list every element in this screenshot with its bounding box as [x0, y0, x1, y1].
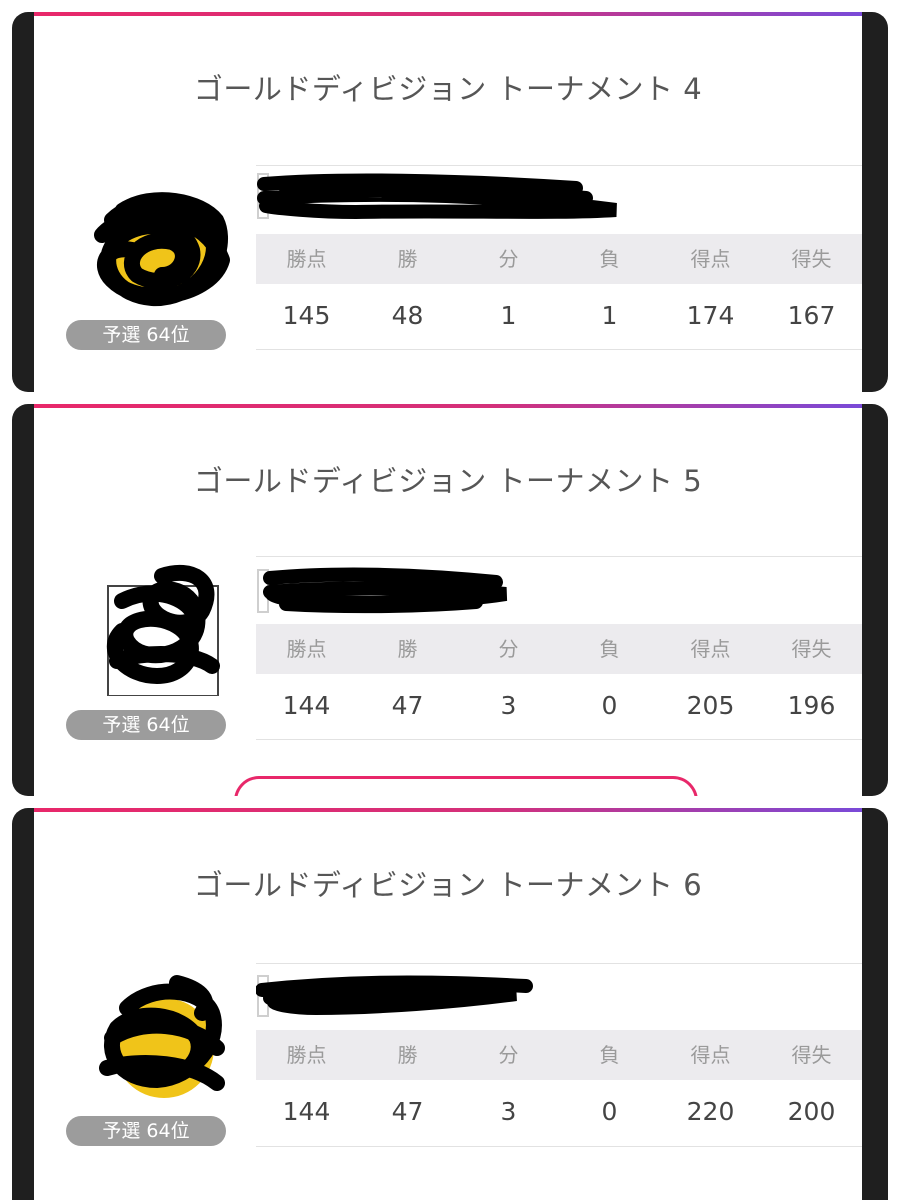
- header-losses: 負: [599, 637, 620, 661]
- value-goal-diff: 200: [787, 1097, 836, 1126]
- header-points: 勝点: [286, 637, 327, 661]
- rank-badge: 予選 64位: [66, 710, 226, 740]
- value-wins: 47: [391, 691, 424, 720]
- header-points: 勝点: [286, 1043, 327, 1067]
- value-points: 144: [282, 691, 331, 720]
- header-goals-for: 得点: [690, 1043, 731, 1067]
- tournament-title: ゴールドディビジョン トーナメント 6: [193, 868, 703, 902]
- header-losses: 負: [599, 247, 620, 271]
- value-goals-for: 220: [686, 1097, 735, 1126]
- divider: [256, 556, 862, 557]
- value-points: 145: [282, 301, 331, 330]
- header-wins: 勝: [397, 637, 418, 661]
- action-button-partial[interactable]: [234, 776, 698, 796]
- team-emblem-icon: [94, 192, 230, 307]
- stats-header-row: 勝点 勝 分 負 得点 得失: [256, 624, 862, 674]
- accent-bar: [34, 808, 862, 812]
- accent-bar: [34, 12, 862, 16]
- rank-badge: 予選 64位: [66, 1116, 226, 1146]
- player-name-redacted: [257, 173, 617, 220]
- value-wins: 48: [391, 301, 424, 330]
- stats-header-row: 勝点 勝 分 負 得点 得失: [256, 234, 862, 284]
- value-losses: 1: [601, 301, 618, 330]
- team-emblem-icon: [107, 564, 220, 696]
- header-losses: 負: [599, 1043, 620, 1067]
- header-goals-for: 得点: [690, 247, 731, 271]
- stats-value-row: 144 47 3 0 205 196: [256, 674, 862, 738]
- value-draws: 3: [500, 691, 517, 720]
- header-points: 勝点: [286, 247, 327, 271]
- header-draws: 分: [498, 637, 519, 661]
- header-wins: 勝: [397, 1043, 418, 1067]
- divider: [256, 739, 862, 740]
- tournament-screen: ゴールドディビジョン トーナメント 6 予選 64位 勝点 勝 分 負 得点 得…: [34, 808, 862, 1200]
- tournament-title: ゴールドディビジョン トーナメント 5: [193, 464, 703, 498]
- header-goal-diff: 得失: [791, 637, 832, 661]
- value-losses: 0: [601, 691, 618, 720]
- value-draws: 3: [500, 1097, 517, 1126]
- rank-badge: 予選 64位: [66, 320, 226, 350]
- header-draws: 分: [498, 247, 519, 271]
- tournament-screen: ゴールドディビジョン トーナメント 5 予選 64位 勝点 勝 分 負 得点 得…: [34, 404, 862, 796]
- tournament-panel-4: ゴールドディビジョン トーナメント 4 予選 64位 勝点 勝 分 負 得点 得…: [12, 12, 888, 392]
- divider: [256, 963, 862, 964]
- divider: [256, 1146, 862, 1147]
- value-goal-diff: 167: [787, 301, 836, 330]
- player-name-redacted: [256, 975, 533, 1017]
- header-wins: 勝: [397, 247, 418, 271]
- tournament-panel-6: ゴールドディビジョン トーナメント 6 予選 64位 勝点 勝 分 負 得点 得…: [12, 808, 888, 1200]
- header-draws: 分: [498, 1043, 519, 1067]
- header-goal-diff: 得失: [791, 1043, 832, 1067]
- value-goals-for: 174: [686, 301, 735, 330]
- header-goal-diff: 得失: [791, 247, 832, 271]
- accent-bar: [34, 404, 862, 408]
- stats-value-row: 144 47 3 0 220 200: [256, 1080, 862, 1144]
- divider: [256, 349, 862, 350]
- value-goal-diff: 196: [787, 691, 836, 720]
- value-losses: 0: [601, 1097, 618, 1126]
- player-name-redacted: [257, 567, 508, 614]
- value-goals-for: 205: [686, 691, 735, 720]
- tournament-screen: ゴールドディビジョン トーナメント 4 予選 64位 勝点 勝 分 負 得点 得…: [34, 12, 862, 392]
- header-goals-for: 得点: [690, 637, 731, 661]
- stats-header-row: 勝点 勝 分 負 得点 得失: [256, 1030, 862, 1080]
- team-emblem-icon: [99, 975, 225, 1098]
- tournament-title: ゴールドディビジョン トーナメント 4: [193, 72, 703, 106]
- value-draws: 1: [500, 301, 517, 330]
- stats-value-row: 145 48 1 1 174 167: [256, 284, 862, 348]
- divider: [256, 165, 862, 166]
- value-points: 144: [282, 1097, 331, 1126]
- tournament-panel-5: ゴールドディビジョン トーナメント 5 予選 64位 勝点 勝 分 負 得点 得…: [12, 404, 888, 796]
- value-wins: 47: [391, 1097, 424, 1126]
